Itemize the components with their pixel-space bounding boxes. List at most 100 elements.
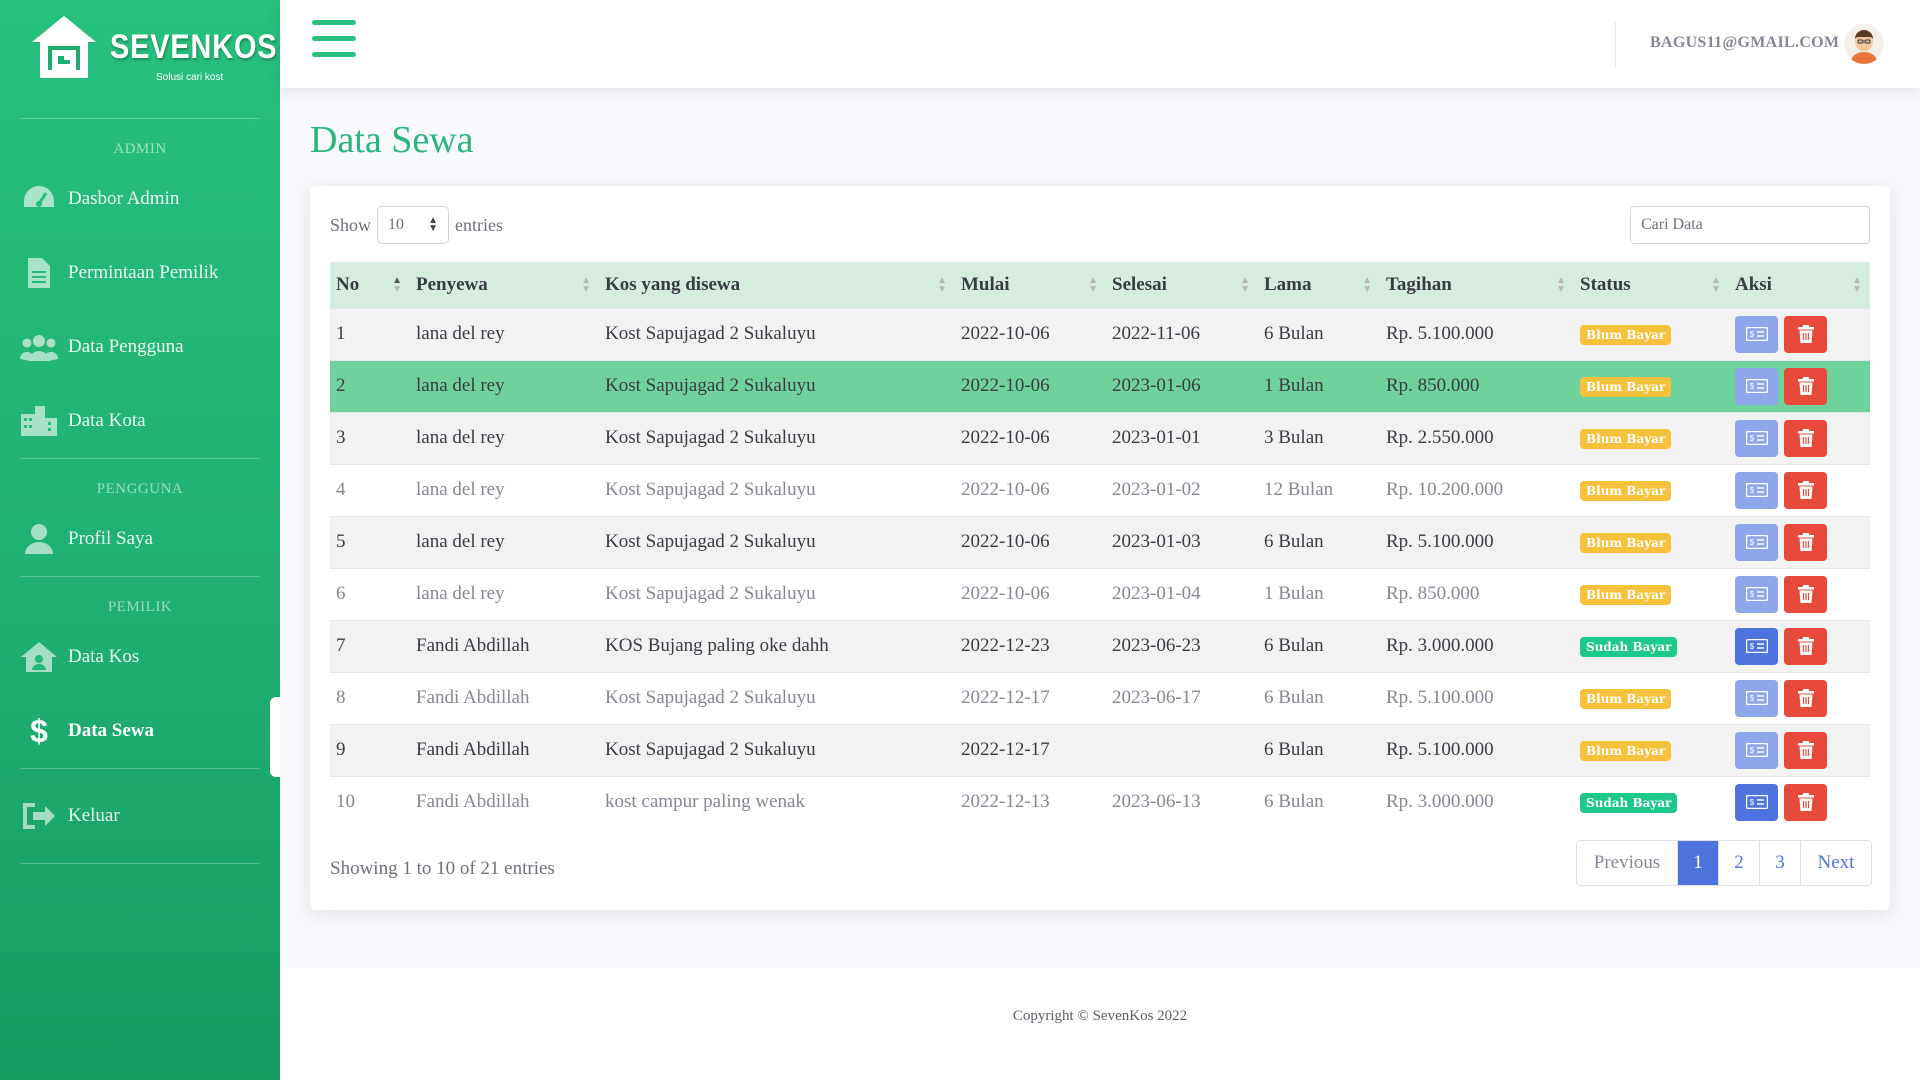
hamburger-bar <box>312 20 356 25</box>
cell-kos: Kost Sapujagad 2 Sukaluyu <box>599 463 955 516</box>
previous-page-button[interactable]: Previous <box>1577 841 1678 885</box>
cell-no: 8 <box>330 671 410 724</box>
sidebar-item-profil-saya[interactable]: Profil Saya <box>0 502 280 576</box>
page-button-2[interactable]: 2 <box>1719 841 1760 885</box>
bill-button[interactable]: $ <box>1735 419 1778 457</box>
sign-out-icon <box>20 798 58 834</box>
sidebar-item-permintaan-pemilik[interactable]: Permintaan Pemilik <box>0 236 280 310</box>
sidebar-item-data-kota[interactable]: Data Kota <box>0 384 280 458</box>
table-row[interactable]: 6 lana del rey Kost Sapujagad 2 Sukaluyu 20… <box>330 567 1870 620</box>
page-size-select[interactable]: 10 ▲ ▼ <box>377 206 450 244</box>
money-bill-icon: $ <box>1745 535 1768 549</box>
money-bill-icon: $ <box>1745 587 1768 601</box>
bill-button[interactable]: $ <box>1735 367 1778 405</box>
bill-button[interactable]: $ <box>1735 315 1778 353</box>
cell-selesai: 2022-11-06 <box>1106 307 1258 360</box>
table-row[interactable]: 10 Fandi Abdillah kost campur paling wenak… <box>330 775 1870 828</box>
bill-button[interactable]: $ <box>1735 783 1778 821</box>
page-button-1[interactable]: 1 <box>1678 841 1719 885</box>
page-button-3[interactable]: 3 <box>1760 841 1801 885</box>
table-row[interactable]: 1 lana del rey Kost Sapujagad 2 Sukaluyu 20… <box>330 307 1870 360</box>
delete-button[interactable] <box>1784 575 1827 613</box>
cell-lama: 3 Bulan <box>1258 411 1380 464</box>
cell-kos: Kost Sapujagad 2 Sukaluyu <box>599 723 955 776</box>
brand[interactable]: SEVENKOS Solusi cari kost <box>0 0 280 118</box>
delete-button[interactable] <box>1784 367 1827 405</box>
column-header[interactable]: Aksi ▲ ▼ <box>1729 262 1870 308</box>
status-badge: Sudah Bayar <box>1580 637 1678 657</box>
cell-penyewa: lana del rey <box>410 515 599 568</box>
column-header[interactable]: Kos yang disewa ▲ ▼ <box>599 262 955 308</box>
table-header-row: No ▲ ▼ Penyewa ▲ ▼ Kos yang disewa ▲ ▼ Mulai ▲ ▼… <box>330 262 1870 308</box>
bill-button[interactable]: $ <box>1735 471 1778 509</box>
cell-tagihan: Rp. 2.550.000 <box>1380 411 1574 464</box>
table-row[interactable]: 8 Fandi Abdillah Kost Sapujagad 2 Sukaluyu… <box>330 671 1870 724</box>
status-badge: Blum Bayar <box>1580 689 1672 709</box>
table-row[interactable]: 4 lana del rey Kost Sapujagad 2 Sukaluyu 20… <box>330 463 1870 516</box>
column-header[interactable]: Mulai ▲ ▼ <box>955 262 1106 308</box>
cell-kos: Kost Sapujagad 2 Sukaluyu <box>599 359 955 412</box>
table-row[interactable]: 5 lana del rey Kost Sapujagad 2 Sukaluyu 20… <box>330 515 1870 568</box>
cell-status: Blum Bayar <box>1574 463 1729 516</box>
topbar-divider <box>1615 22 1616 68</box>
sidebar-item-label: Data Pengguna <box>68 336 184 357</box>
sidebar-item-label: Data Kota <box>68 410 146 431</box>
search-input[interactable] <box>1630 206 1870 244</box>
table-row[interactable]: 2 lana del rey Kost Sapujagad 2 Sukaluyu 20… <box>330 359 1870 412</box>
cell-lama: 6 Bulan <box>1258 723 1380 776</box>
column-header[interactable]: Lama ▲ ▼ <box>1258 262 1380 308</box>
cell-penyewa: lana del rey <box>410 411 599 464</box>
cell-selesai: 2023-01-04 <box>1106 567 1258 620</box>
page-size-value: 10 <box>388 216 405 233</box>
cell-kos: Kost Sapujagad 2 Sukaluyu <box>599 411 955 464</box>
sort-icon: ▲ ▼ <box>937 275 947 295</box>
cell-aksi: $ <box>1729 567 1870 620</box>
column-header[interactable]: Tagihan ▲ ▼ <box>1380 262 1574 308</box>
cell-lama: 6 Bulan <box>1258 671 1380 724</box>
bill-button[interactable]: $ <box>1735 575 1778 613</box>
table-row[interactable]: 3 lana del rey Kost Sapujagad 2 Sukaluyu 20… <box>330 411 1870 464</box>
column-header[interactable]: Selesai ▲ ▼ <box>1106 262 1258 308</box>
sidebar-item-data-kos[interactable]: Data Kos <box>0 620 280 694</box>
sidebar-item-data-sewa[interactable]: $ Data Sewa <box>0 694 280 768</box>
svg-text:$: $ <box>30 714 48 748</box>
money-bill-icon: $ <box>1745 327 1768 341</box>
cell-lama: 6 Bulan <box>1258 619 1380 672</box>
delete-button[interactable] <box>1784 471 1827 509</box>
entries-label: entries <box>455 214 503 235</box>
sidebar-divider <box>20 863 260 864</box>
user-email[interactable]: BAGUS11@GMAIL.COM <box>1650 34 1839 52</box>
column-header[interactable]: Penyewa ▲ ▼ <box>410 262 599 308</box>
cell-kos: kost campur paling wenak <box>599 775 955 828</box>
cell-mulai: 2022-12-17 <box>955 723 1106 776</box>
sidebar-item-dasbor-admin[interactable]: Dasbor Admin <box>0 162 280 236</box>
delete-button[interactable] <box>1784 679 1827 717</box>
delete-button[interactable] <box>1784 315 1827 353</box>
delete-button[interactable] <box>1784 419 1827 457</box>
column-header[interactable]: Status ▲ ▼ <box>1574 262 1729 308</box>
trash-icon <box>1797 741 1814 759</box>
table-row[interactable]: 9 Fandi Abdillah Kost Sapujagad 2 Sukaluyu… <box>330 723 1870 776</box>
row-actions: $ <box>1735 575 1870 613</box>
trash-icon <box>1797 429 1814 447</box>
delete-button[interactable] <box>1784 731 1827 769</box>
bill-button[interactable]: $ <box>1735 523 1778 561</box>
data-table-card: Show 10 ▲▼ entries No▲▼ Penyewa▲▼ Kos ya… <box>310 186 1890 910</box>
next-page-button[interactable]: Next <box>1801 841 1871 885</box>
sidebar-toggle-button[interactable] <box>312 20 356 60</box>
cell-penyewa: lana del rey <box>410 463 599 516</box>
avatar[interactable] <box>1844 24 1884 64</box>
delete-button[interactable] <box>1784 523 1827 561</box>
cell-penyewa: Fandi Abdillah <box>410 723 599 776</box>
bill-button[interactable]: $ <box>1735 679 1778 717</box>
table-row[interactable]: 7 Fandi Abdillah KOS Bujang paling oke dah… <box>330 619 1870 672</box>
delete-button[interactable] <box>1784 627 1827 665</box>
active-item-indicator <box>270 697 280 777</box>
sidebar-item-data-pengguna[interactable]: Data Pengguna <box>0 310 280 384</box>
bill-button[interactable]: $ <box>1735 731 1778 769</box>
delete-button[interactable] <box>1784 783 1827 821</box>
sidebar-heading-admin: ADMIN <box>113 141 167 157</box>
sidebar-item-keluar[interactable]: Keluar <box>0 769 280 863</box>
column-header[interactable]: No ▲ ▼ <box>330 262 410 308</box>
bill-button[interactable]: $ <box>1735 627 1778 665</box>
